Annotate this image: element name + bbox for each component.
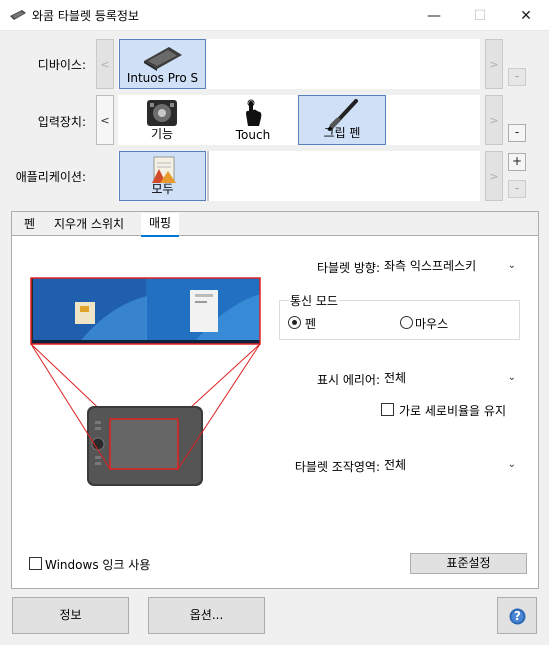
maximize-button[interactable]: ☐ [457,0,503,31]
device-scroll-left-button[interactable]: < [96,39,114,89]
tool-tile-label: 기능 [150,127,174,141]
device-tile-label: Intuos Pro S [126,71,199,85]
chevron-down-icon: ⌄ [507,372,516,383]
tool-row-label: 입력장치: [37,115,86,129]
screen-area-value: 전체 [384,371,407,385]
active-tablet-area [109,418,179,470]
mode-pen-radio[interactable] [288,316,301,329]
close-button[interactable]: ✕ [503,0,549,31]
mode-pen-label: 펜 [305,317,317,331]
options-button[interactable]: 옵션... [148,597,265,634]
touch-hand-icon [246,99,262,126]
device-remove-button[interactable]: - [508,68,526,86]
application-remove-button[interactable]: - [508,180,526,198]
help-button[interactable]: ? [497,597,537,634]
application-tile-label: 모두 [151,182,174,196]
application-divider [207,151,209,201]
window-title: 와콤 타블렛 등록정보 [32,9,139,23]
chevron-down-icon: ⌄ [507,260,516,271]
help-label: ? [514,609,521,623]
tablet-area-label: 타블렛 조작영역: [294,460,380,474]
tool-scroll-left-button[interactable]: < [96,95,114,145]
tablet-icon [143,47,182,71]
device-row-label: 디바이스: [37,58,86,72]
tab-mapping[interactable]: 매핑 [141,213,180,237]
wacom-tablet-app-icon [10,10,26,20]
application-list: 모두 [118,151,480,201]
force-proportions-label: 가로 세로비율을 유지 [399,404,506,418]
tool-tile-grip-pen[interactable]: 그립 펜 [298,95,386,145]
tool-remove-button[interactable]: - [508,124,526,142]
tablet-area-value: 전체 [384,458,407,472]
orientation-label: 타블렛 방향: [316,261,380,275]
screen-area-dropdown[interactable]: 전체 ⌄ [381,367,521,389]
tool-list: 기능 Touch 그립 펜 [118,95,480,145]
application-scroll-right-button[interactable]: > [485,151,503,201]
tool-tile-label: Touch [235,128,271,142]
minimize-button[interactable]: — [411,0,457,31]
functions-icon [147,100,177,126]
tool-tile-touch[interactable]: Touch [209,95,297,145]
application-row-label: 애플리케이션: [15,170,86,184]
windows-ink-label: Windows 잉크 사용 [45,558,151,572]
title-bar: 와콤 타블렛 등록정보 — ☐ ✕ [0,0,549,31]
device-tile-intuos-pro-s[interactable]: Intuos Pro S [119,39,206,89]
mode-mouse-radio[interactable] [400,316,413,329]
screen-area-label: 표시 에리어: [316,373,380,387]
device-list: Intuos Pro S [118,39,480,89]
tool-scroll-right-button[interactable]: > [485,95,503,145]
tab-pen[interactable]: 펜 [16,214,43,236]
orientation-dropdown[interactable]: 좌측 익스프레스키 ⌄ [381,255,521,277]
mode-groupbox-title: 통신 모드 [289,292,339,309]
default-button[interactable]: 표준설정 [410,553,527,574]
about-button[interactable]: 정보 [12,597,129,634]
windows-ink-checkbox[interactable] [29,557,42,570]
application-add-button[interactable]: + [508,153,526,171]
device-scroll-right-button[interactable]: > [485,39,503,89]
application-tile-all[interactable]: 모두 [119,151,206,201]
chevron-down-icon: ⌄ [507,459,516,470]
tablet-area-dropdown[interactable]: 전체 ⌄ [381,454,521,476]
tool-tile-functions[interactable]: 기능 [118,95,206,145]
mode-mouse-label: 마우스 [415,317,449,331]
orientation-value: 좌측 익스프레스키 [384,259,477,273]
tool-tile-label: 그립 펜 [323,126,361,140]
force-proportions-checkbox[interactable] [381,403,394,416]
tab-eraser-switch[interactable]: 지우개 스위치 [46,214,132,236]
tab-bar: 펜 지우개 스위치 매핑 [12,212,538,237]
mapping-diagram [30,277,261,486]
